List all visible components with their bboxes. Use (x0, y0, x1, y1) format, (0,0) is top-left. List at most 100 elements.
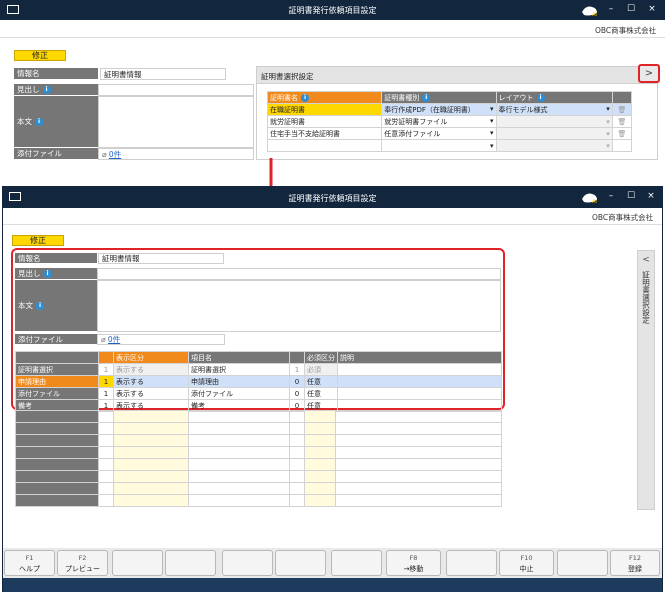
info-icon: i (43, 270, 52, 278)
chevron-down-icon[interactable]: ▾ (490, 129, 494, 137)
col-required-num (289, 351, 305, 364)
empty-row[interactable] (15, 410, 502, 423)
display-cell[interactable]: 表示する (113, 387, 189, 400)
f9-button[interactable] (446, 550, 497, 576)
required-cell[interactable]: 任意 (304, 387, 338, 400)
status-bar (3, 578, 662, 592)
display-cell: 表示する (113, 363, 189, 376)
cert-row[interactable]: 在職証明書 奉行作成PDF（在職証明書） ▾ 奉行モデル様式 ▾ 🗑 (266, 103, 633, 116)
info-name-label: 情報名 (14, 68, 98, 80)
svg-text:AI: AI (592, 12, 597, 17)
f2-preview-button[interactable]: F2 プレビュー (57, 550, 108, 576)
layout-cell[interactable]: 奉行モデル様式 ▾ (495, 103, 613, 116)
maximize-button[interactable]: ☐ (624, 4, 638, 14)
col-description: 説明 (337, 351, 502, 364)
col-required: 必須区分 (304, 351, 338, 364)
close-button[interactable]: × (644, 191, 658, 201)
window-title: 証明書発行依頼項目設定 (288, 6, 377, 15)
attach-field[interactable]: ⌀ 0件 (97, 334, 225, 345)
chevron-down-icon[interactable]: ▾ (490, 117, 494, 125)
item-name-cell[interactable]: 証明書選択 (188, 363, 290, 376)
cert-type-cell[interactable]: ▾ (381, 139, 497, 152)
info-name-field[interactable]: 証明書情報 (100, 68, 226, 80)
cert-type-cell[interactable]: 奉行作成PDF（在職証明書） ▾ (381, 103, 497, 116)
display-cell[interactable]: 表示する (113, 375, 189, 388)
trash-icon[interactable]: 🗑 (611, 103, 633, 116)
ai-logo-icon: AI (580, 3, 600, 18)
bottom-titlebar: 証明書発行依頼項目設定 AI – ☐ × (2, 186, 663, 208)
heading-field[interactable] (97, 268, 501, 280)
f12-register-button[interactable]: F12 登録 (610, 550, 660, 576)
svg-text:AI: AI (592, 199, 597, 204)
display-num-cell[interactable]: 1 (98, 375, 114, 388)
item-name-cell[interactable]: 添付ファイル (188, 387, 290, 400)
cert-select-side-tab[interactable]: < 証明書選択設定 (637, 250, 655, 510)
cert-row[interactable]: 就労証明書 就労証明書ファイル ▾ ▾ 🗑 (266, 115, 633, 128)
cert-name-cell[interactable] (266, 139, 383, 152)
chevron-down-icon[interactable]: ▾ (606, 105, 610, 113)
info-name-field[interactable]: 証明書情報 (98, 253, 224, 264)
description-cell[interactable] (337, 363, 502, 376)
empty-row[interactable] (15, 494, 502, 507)
minimize-button[interactable]: – (604, 4, 618, 14)
chevron-down-icon[interactable]: ▾ (490, 142, 494, 150)
f11-button[interactable] (557, 550, 608, 576)
table-row[interactable]: 添付ファイル 1 表示する 添付ファイル 0 任意 (15, 387, 502, 400)
expand-panel-button[interactable]: > (638, 64, 660, 83)
body-label: 本文 i (14, 96, 98, 148)
trash-icon[interactable]: 🗑 (611, 115, 633, 128)
table-row[interactable]: 証明書選択 1 表示する 証明書選択 1 必須 (15, 363, 502, 376)
empty-row[interactable] (15, 458, 502, 471)
empty-row[interactable] (15, 482, 502, 495)
f4-button[interactable] (165, 550, 216, 576)
chevron-down-icon: ▾ (606, 141, 610, 150)
paperclip-icon: ⌀ (102, 150, 107, 159)
body-field[interactable] (98, 96, 254, 148)
modify-badge: 修正 (14, 50, 66, 61)
f6-button[interactable] (275, 550, 326, 576)
trash-icon[interactable]: 🗑 (611, 127, 633, 140)
display-num-cell[interactable]: 1 (98, 387, 114, 400)
required-cell: 必須 (304, 363, 338, 376)
f7-button[interactable] (331, 550, 382, 576)
f8-move-button[interactable]: F8 →移動 (386, 550, 441, 576)
required-cell[interactable]: 任意 (304, 375, 338, 388)
cert-type-cell[interactable]: 就労証明書ファイル ▾ (381, 115, 497, 128)
info-icon: i (301, 93, 309, 102)
heading-field[interactable] (98, 84, 254, 96)
attach-count-link[interactable]: 0件 (109, 150, 121, 159)
f1-help-button[interactable]: F1 ヘルプ (4, 550, 55, 576)
maximize-button[interactable]: ☐ (624, 191, 638, 201)
description-cell[interactable] (337, 387, 502, 400)
cert-type-cell[interactable]: 任意添付ファイル ▾ (381, 127, 497, 140)
cert-select-panel-title: 証明書選択設定 (261, 72, 314, 81)
attach-count-link[interactable]: 0件 (108, 335, 120, 344)
cert-name-cell[interactable]: 住宅手当不支給証明書 (266, 127, 383, 140)
cert-row[interactable]: ▾ ▾ (266, 139, 633, 152)
required-num-cell[interactable]: 0 (289, 375, 305, 388)
chevron-left-icon[interactable]: < (638, 255, 654, 265)
info-name-label: 情報名 (15, 253, 97, 264)
cert-name-cell[interactable]: 就労証明書 (266, 115, 383, 128)
attach-field[interactable]: ⌀ 0件 (98, 148, 254, 160)
empty-row[interactable] (15, 422, 502, 435)
f3-button[interactable] (112, 550, 163, 576)
body-field[interactable] (97, 280, 501, 332)
trash-icon[interactable] (611, 139, 633, 152)
f10-cancel-button[interactable]: F10 中止 (499, 550, 554, 576)
empty-row[interactable] (15, 434, 502, 447)
layout-cell: ▾ (495, 139, 613, 152)
required-num-cell[interactable]: 0 (289, 387, 305, 400)
col-layout: レイアウト i (495, 91, 613, 104)
cert-name-cell[interactable]: 在職証明書 (266, 103, 383, 116)
table-row[interactable]: 申請理由 1 表示する 申請理由 0 任意 (15, 375, 502, 388)
item-name-cell[interactable]: 申請理由 (188, 375, 290, 388)
minimize-button[interactable]: – (604, 191, 618, 201)
description-cell[interactable] (337, 375, 502, 388)
close-button[interactable]: × (645, 4, 659, 14)
cert-row[interactable]: 住宅手当不支給証明書 任意添付ファイル ▾ ▾ 🗑 (266, 127, 633, 140)
empty-row[interactable] (15, 470, 502, 483)
empty-row[interactable] (15, 446, 502, 459)
chevron-down-icon[interactable]: ▾ (490, 105, 494, 113)
f5-button[interactable] (222, 550, 273, 576)
